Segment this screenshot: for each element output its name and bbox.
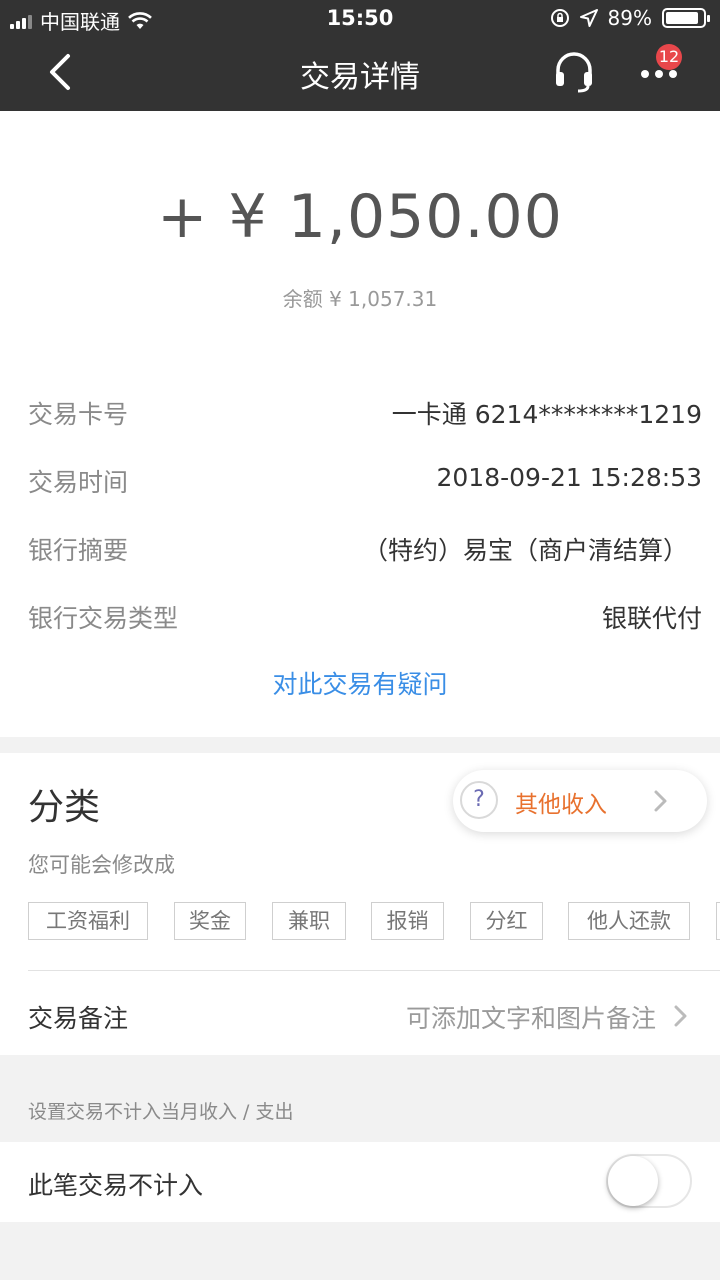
exclude-hint: 设置交易不计入当月收入 / 支出 (28, 1101, 294, 1123)
headset-icon[interactable] (552, 50, 596, 94)
category-title: 分类 (28, 787, 101, 828)
detail-label: 银行交易类型 (28, 604, 179, 633)
detail-row-type: 银行交易类型 银联代付 (28, 599, 702, 639)
suggestion-hint: 您可能会修改成 (28, 853, 175, 877)
detail-row-summary: 银行摘要 （特约）易宝（商户清结算） (28, 531, 702, 571)
status-right: 89% (550, 6, 710, 30)
suggestion-tag[interactable]: 奖金 (174, 902, 246, 940)
suggestion-tag-overflow[interactable] (716, 902, 720, 940)
battery-icon (662, 8, 710, 28)
dispute-link[interactable]: 对此交易有疑问 (0, 665, 720, 701)
suggestion-tag[interactable]: 分红 (470, 902, 543, 940)
detail-value: （特约）易宝（商户清结算） (362, 536, 688, 565)
detail-label: 银行摘要 (28, 536, 129, 565)
suggestion-tag[interactable]: 工资福利 (28, 902, 148, 940)
detail-value: 银联代付 (601, 604, 702, 633)
exclude-label: 此笔交易不计入 (28, 1171, 204, 1200)
detail-value: 一卡通 6214********1219 (391, 400, 702, 429)
chevron-right-icon[interactable] (650, 788, 670, 814)
notification-badge: 12 (656, 44, 682, 70)
detail-label: 交易时间 (28, 468, 129, 497)
current-category[interactable]: 其他收入 (515, 785, 607, 819)
battery-percent: 89% (607, 6, 652, 30)
note-label[interactable]: 交易备注 (28, 999, 128, 1035)
detail-label: 交易卡号 (28, 400, 129, 429)
suggestion-tag[interactable]: 报销 (371, 902, 444, 940)
page-title: 交易详情 (300, 60, 420, 95)
toggle-knob[interactable] (608, 1156, 658, 1206)
top-bar: 中国联通 15:50 89% 交易详情 12 (0, 0, 720, 111)
suggestion-tag[interactable]: 兼职 (272, 902, 346, 940)
suggestion-tag[interactable]: 他人还款 (568, 902, 690, 940)
detail-value: 2018-09-21 15:28:53 (436, 463, 702, 492)
divider (28, 970, 720, 971)
suggestion-tags: 工资福利 奖金 兼职 报销 分红 他人还款 (28, 902, 720, 942)
orientation-lock-icon (550, 9, 569, 27)
location-arrow-icon (579, 9, 598, 27)
question-icon[interactable]: ? (460, 781, 498, 819)
detail-row-time: 交易时间 2018-09-21 15:28:53 (28, 463, 702, 503)
detail-row-card-number: 交易卡号 一卡通 6214********1219 (28, 395, 702, 435)
balance-text: 余额 ¥ 1,057.31 (282, 287, 438, 311)
note-placeholder[interactable]: 可添加文字和图片备注 (406, 999, 656, 1035)
status-bar: 中国联通 15:50 89% (0, 0, 720, 38)
exclude-toggle[interactable] (606, 1154, 692, 1208)
transaction-amount: + ¥ 1,050.00 (157, 182, 563, 252)
chevron-right-icon[interactable] (670, 1003, 690, 1029)
